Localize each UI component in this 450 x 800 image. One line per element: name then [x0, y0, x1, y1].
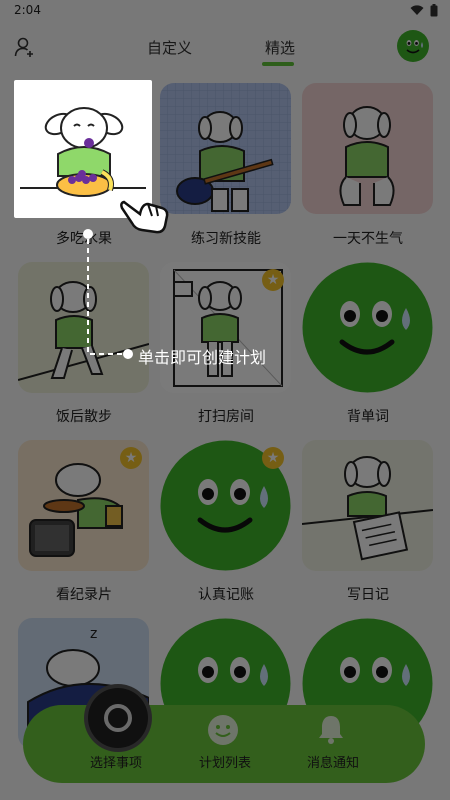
plan-card[interactable]: ★: [160, 262, 291, 393]
guide-hint-text: 单击即可创建计划: [138, 348, 267, 367]
tab-custom[interactable]: 自定义: [147, 37, 192, 58]
nav-select-items[interactable]: 选择事项: [71, 752, 161, 771]
top-bar: 自定义 精选: [0, 26, 450, 70]
ring-icon: [104, 704, 132, 732]
plan-card-label: 饭后散步: [56, 409, 112, 425]
battery-icon: [430, 4, 438, 17]
system-icons: [410, 4, 438, 17]
plan-card-label: 认真记账: [198, 587, 254, 603]
plan-card-label: 一天不生气: [333, 231, 403, 247]
svg-text:z: z: [90, 626, 97, 642]
plan-card[interactable]: ★: [160, 440, 291, 571]
plan-card[interactable]: [302, 440, 433, 571]
plan-card-label: 看纪录片: [56, 587, 112, 603]
nav-plan-list[interactable]: 计划列表: [180, 752, 270, 771]
status-time: 2:04: [14, 3, 41, 17]
guide-dashed-line: [83, 229, 133, 359]
star-badge: ★: [262, 447, 284, 469]
plan-card-label: 背单词: [347, 409, 389, 425]
star-badge: ★: [262, 269, 284, 291]
plan-card[interactable]: [302, 262, 433, 393]
avatar[interactable]: [396, 29, 430, 63]
tab-featured[interactable]: 精选: [265, 37, 295, 58]
nav-notifications[interactable]: 消息通知: [288, 752, 378, 771]
star-badge: ★: [120, 447, 142, 469]
plan-card-label: 写日记: [347, 587, 389, 603]
status-bar: 2:04: [0, 0, 450, 22]
plan-card[interactable]: [160, 83, 291, 214]
plan-card-label: 练习新技能: [191, 231, 261, 247]
dog-diary-illustration: [302, 456, 433, 561]
dog-guitar-illustration: [160, 83, 291, 214]
wifi-icon: [410, 5, 424, 15]
plan-card[interactable]: [302, 83, 433, 214]
bottom-nav: 选择事项 计划列表 消息通知: [23, 705, 425, 783]
select-items-button[interactable]: [88, 688, 148, 748]
app-screen: 2:04 自定义 精选 多吃水果 练习新技能 一天不生气 饭后散步 ★ 打扫房间…: [0, 0, 450, 800]
dog-calm-illustration: [339, 106, 395, 206]
bell-icon: [319, 716, 343, 744]
tab-indicator: [262, 62, 294, 66]
plan-card[interactable]: ★: [18, 440, 149, 571]
plan-card-label: 打扫房间: [198, 409, 254, 425]
add-user-icon[interactable]: [14, 36, 36, 58]
smile-icon: [208, 715, 238, 745]
smiley-icon: [302, 262, 433, 393]
